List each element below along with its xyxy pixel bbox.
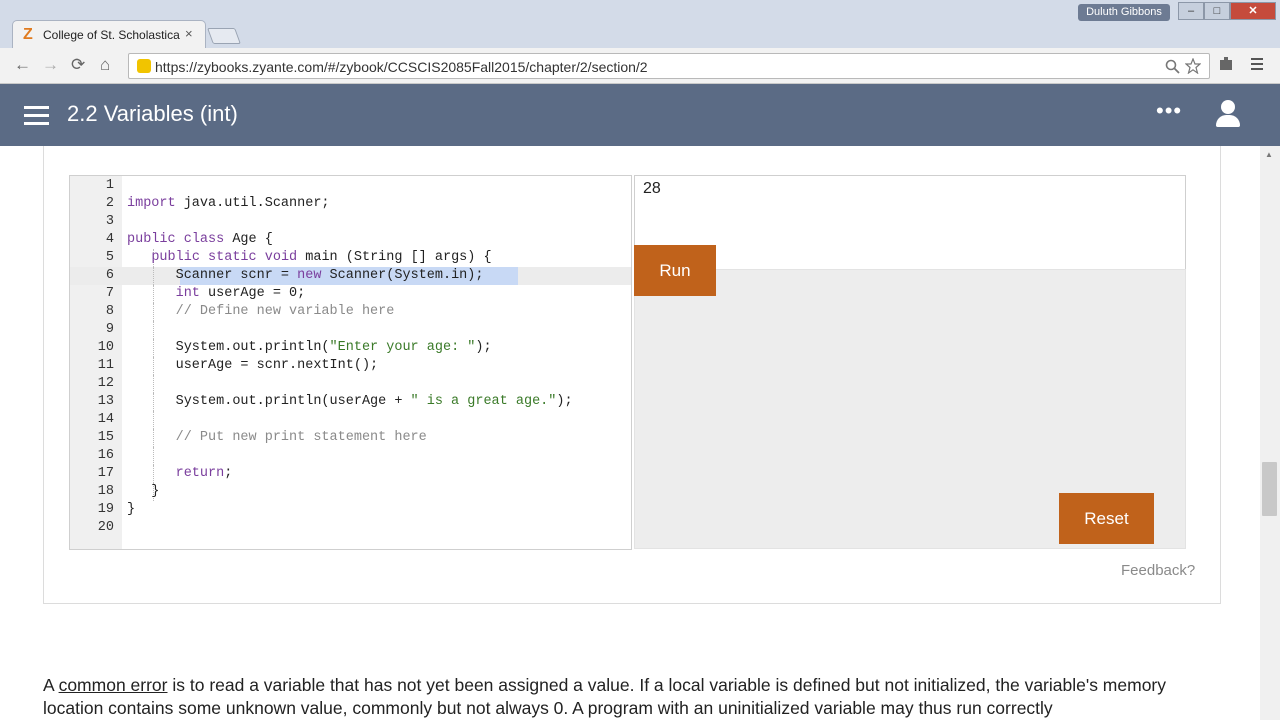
line-number: 8 xyxy=(105,304,114,319)
line-number: 20 xyxy=(97,520,114,535)
app-header: 2.2 Variables (int) ••• xyxy=(0,84,1280,146)
code-text: return; xyxy=(175,466,233,481)
tab-title: College of St. Scholastica xyxy=(43,28,180,42)
code-text: } xyxy=(127,484,160,499)
code-line-13[interactable]: 13 System.out.println(userAge + " is a g… xyxy=(70,393,631,411)
zybooks-logo-icon: Z xyxy=(23,26,33,43)
browser-tab[interactable]: Z College of St. Scholastica × xyxy=(12,20,206,48)
code-text: // Put new print statement here xyxy=(175,430,427,445)
code-text: System.out.println(userAge + " is a grea… xyxy=(127,394,573,409)
maximize-icon[interactable]: □ xyxy=(1204,2,1230,20)
code-line-7[interactable]: 7 int userAge = 0; xyxy=(70,285,631,303)
code-line-20[interactable]: 20 xyxy=(70,519,631,537)
line-number: 9 xyxy=(105,322,114,337)
code-line-8[interactable]: 8 // Define new variable here xyxy=(70,303,631,321)
code-text: public class Age { xyxy=(127,232,273,247)
code-line-5[interactable]: 5 public static void main (String [] arg… xyxy=(70,249,631,267)
code-line-18[interactable]: 18 } xyxy=(70,483,631,501)
tab-close-icon[interactable]: × xyxy=(185,26,193,41)
back-icon[interactable]: ← xyxy=(14,55,31,75)
code-line-6[interactable]: 6 Scanner scnr = new Scanner(System.in); xyxy=(70,267,631,285)
url-text: https://zybooks.zyante.com/#/zybook/CCSC… xyxy=(155,59,648,75)
minimize-icon[interactable]: ‒ xyxy=(1178,2,1204,20)
address-bar[interactable]: https://zybooks.zyante.com/#/zybook/CCSC… xyxy=(128,53,1210,79)
line-number: 13 xyxy=(97,394,114,409)
indent-guide xyxy=(153,447,154,465)
line-number: 2 xyxy=(105,196,114,211)
code-line-14[interactable]: 14 xyxy=(70,411,631,429)
code-text: public static void main (String [] args)… xyxy=(151,250,492,265)
line-number: 14 xyxy=(97,412,114,427)
line-number: 11 xyxy=(97,358,114,373)
browser-user-chip[interactable]: Duluth Gibbons xyxy=(1078,4,1170,21)
scroll-thumb[interactable] xyxy=(1262,462,1277,516)
extension-icon[interactable] xyxy=(1218,56,1234,72)
line-number: 10 xyxy=(97,340,114,355)
reset-button[interactable]: Reset xyxy=(1059,493,1154,544)
indent-guide xyxy=(153,411,154,429)
line-number: 19 xyxy=(97,502,114,517)
code-text: } xyxy=(127,502,136,517)
code-text: Scanner scnr = new Scanner(System.in); xyxy=(127,268,484,283)
forward-icon[interactable]: → xyxy=(42,55,59,75)
page-title: 2.2 Variables (int) xyxy=(67,101,238,126)
user-profile-icon[interactable] xyxy=(1215,100,1241,130)
line-number: 18 xyxy=(97,484,114,499)
lock-icon xyxy=(137,59,151,73)
line-number: 12 xyxy=(97,376,114,391)
program-output: 28 xyxy=(634,175,1186,269)
code-text: import java.util.Scanner; xyxy=(127,196,330,211)
paragraph-lead: A xyxy=(43,675,59,695)
line-number: 6 xyxy=(105,268,114,283)
code-line-19[interactable]: 19} xyxy=(70,501,631,519)
code-line-12[interactable]: 12 xyxy=(70,375,631,393)
search-icon[interactable] xyxy=(1165,59,1180,74)
code-editor[interactable]: 1 2 import java.util.Scanner; 3 4 public clas… xyxy=(69,175,632,550)
line-number: 17 xyxy=(97,466,114,481)
window-controls: ‒ □ ✕ xyxy=(1178,2,1276,20)
hamburger-menu-icon[interactable] xyxy=(24,106,49,125)
feedback-link[interactable]: Feedback? xyxy=(1121,562,1195,579)
code-text: int userAge = 0; xyxy=(175,286,306,301)
code-line-15[interactable]: 15 // Put new print statement here xyxy=(70,429,631,447)
page-scrollbar[interactable]: ▲ xyxy=(1260,146,1280,720)
code-line-10[interactable]: 10 System.out.println("Enter your age: "… xyxy=(70,339,631,357)
more-options-icon[interactable]: ••• xyxy=(1156,98,1182,124)
code-text: System.out.println("Enter your age: "); xyxy=(127,340,492,355)
line-number: 4 xyxy=(105,232,114,247)
code-line-1[interactable]: 1 xyxy=(70,177,631,195)
code-line-9[interactable]: 9 xyxy=(70,321,631,339)
scroll-up-icon[interactable]: ▲ xyxy=(1265,150,1273,159)
output-value: 28 xyxy=(643,180,661,197)
home-icon[interactable]: ⌂ xyxy=(100,55,110,75)
browser-titlebar: Z College of St. Scholastica × Duluth Gi… xyxy=(0,0,1280,48)
indent-guide xyxy=(153,375,154,393)
line-number: 3 xyxy=(105,214,114,229)
code-line-16[interactable]: 16 xyxy=(70,447,631,465)
common-error-term: common error xyxy=(58,675,168,695)
body-paragraph: A common error is to read a variable tha… xyxy=(43,674,1223,720)
code-line-11[interactable]: 11 userAge = scnr.nextInt(); xyxy=(70,357,631,375)
line-number: 5 xyxy=(105,250,114,265)
code-line-2[interactable]: 2 import java.util.Scanner; xyxy=(70,195,631,213)
bookmark-star-icon[interactable] xyxy=(1185,58,1201,74)
code-line-3[interactable]: 3 xyxy=(70,213,631,231)
code-text: // Define new variable here xyxy=(175,304,395,319)
line-number: 15 xyxy=(97,430,114,445)
window-close-icon[interactable]: ✕ xyxy=(1230,2,1276,20)
line-number: 16 xyxy=(97,448,114,463)
indent-guide xyxy=(153,321,154,339)
browser-toolbar: ← → ⟳ ⌂ https://zybooks.zyante.com/#/zyb… xyxy=(0,48,1280,84)
run-button[interactable]: Run xyxy=(634,245,716,296)
code-text: userAge = scnr.nextInt(); xyxy=(127,358,379,373)
reload-icon[interactable]: ⟳ xyxy=(71,55,85,75)
line-number: 7 xyxy=(105,286,114,301)
line-number: 1 xyxy=(105,178,114,193)
new-tab-button[interactable] xyxy=(207,28,241,44)
menu-icon[interactable] xyxy=(1250,56,1264,72)
code-line-4[interactable]: 4 public class Age { xyxy=(70,231,631,249)
code-line-17[interactable]: 17 return; xyxy=(70,465,631,483)
paragraph-text: is to read a variable that has not yet b… xyxy=(43,675,1166,718)
